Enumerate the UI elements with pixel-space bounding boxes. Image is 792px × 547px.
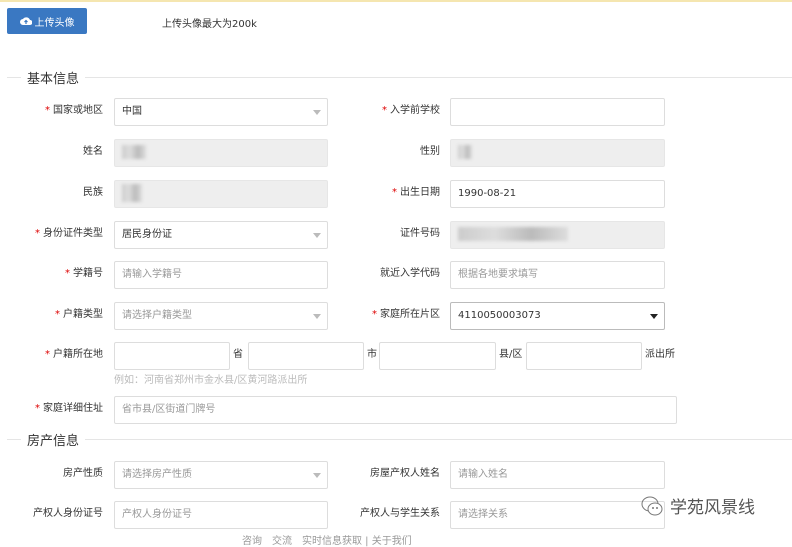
- birth-label: * 出生日期: [392, 187, 440, 198]
- district-label: * 家庭所在片区: [372, 309, 440, 320]
- country-label: * 国家或地区: [45, 105, 103, 116]
- property-type-label: 房产性质: [63, 468, 103, 479]
- owner-name-label: 房屋产权人姓名: [370, 468, 440, 479]
- owner-id-label: 产权人身份证号: [33, 508, 103, 519]
- property-type-select[interactable]: 请选择房产性质: [114, 461, 328, 489]
- id-type-select[interactable]: 居民身份证: [114, 221, 328, 249]
- county-input[interactable]: [379, 342, 496, 370]
- police-station-input[interactable]: [526, 342, 642, 370]
- home-addr-label: * 家庭详细住址: [35, 403, 103, 414]
- city-input[interactable]: [248, 342, 364, 370]
- hukou-type-select[interactable]: 请选择户籍类型: [114, 302, 328, 330]
- school-label: * 入学前学校: [382, 105, 440, 116]
- nearby-code-label: 就近入学代码: [380, 268, 440, 279]
- top-border: [0, 0, 792, 2]
- ethnicity-label: 民族: [83, 187, 103, 198]
- id-no-input: [450, 221, 665, 249]
- footer-links[interactable]: 咨询 交流 实时信息获取 | 关于我们: [242, 532, 412, 547]
- upload-avatar-button[interactable]: 上传头像: [7, 8, 87, 34]
- owner-relation-select[interactable]: 请选择关系: [450, 501, 665, 529]
- chevron-down-icon: [313, 233, 321, 238]
- county-unit: 县/区: [499, 349, 523, 360]
- home-addr-input[interactable]: 省市县/区街道门牌号: [114, 396, 677, 424]
- owner-relation-label: 产权人与学生关系: [360, 508, 440, 519]
- caret-down-icon: [650, 314, 658, 319]
- name-label: 姓名: [83, 146, 103, 157]
- owner-name-input[interactable]: 请输入姓名: [450, 461, 665, 489]
- id-no-label: 证件号码: [400, 228, 440, 239]
- district-select[interactable]: 4110050003073: [450, 302, 665, 330]
- province-input[interactable]: [114, 342, 230, 370]
- gender-label: 性别: [420, 146, 440, 157]
- province-unit: 省: [233, 349, 243, 360]
- cloud-upload-icon: [19, 17, 32, 25]
- student-no-input[interactable]: 请输入学籍号: [114, 261, 328, 289]
- city-unit: 市: [367, 349, 377, 360]
- hukou-addr-label: * 户籍所在地: [45, 349, 103, 360]
- gender-input: [450, 139, 665, 167]
- owner-id-input[interactable]: 产权人身份证号: [114, 501, 328, 529]
- chevron-down-icon: [313, 314, 321, 319]
- student-no-label: * 学籍号: [65, 268, 103, 279]
- upload-hint: 上传头像最大为200k: [162, 19, 257, 30]
- school-input[interactable]: [450, 98, 665, 126]
- chevron-down-icon: [313, 110, 321, 115]
- id-type-label: * 身份证件类型: [35, 228, 103, 239]
- country-select[interactable]: 中国: [114, 98, 328, 126]
- section-basic-info: 基本信息: [7, 68, 792, 87]
- upload-label: 上传头像: [34, 17, 75, 29]
- watermark: 学苑风景线: [640, 493, 755, 518]
- section-property-info: 房产信息: [7, 430, 792, 449]
- hukou-type-label: * 户籍类型: [55, 309, 103, 320]
- ethnicity-input: [114, 180, 328, 208]
- birth-date-input[interactable]: 1990-08-21: [450, 180, 665, 208]
- police-station-unit: 派出所: [645, 349, 675, 360]
- name-input: [114, 139, 328, 167]
- wechat-icon: [641, 496, 663, 515]
- nearby-code-input[interactable]: 根据各地要求填写: [450, 261, 665, 289]
- chevron-down-icon: [313, 473, 321, 478]
- hukou-example-hint: 例如：河南省郑州市金水县/区黄河路派出所: [114, 375, 308, 386]
